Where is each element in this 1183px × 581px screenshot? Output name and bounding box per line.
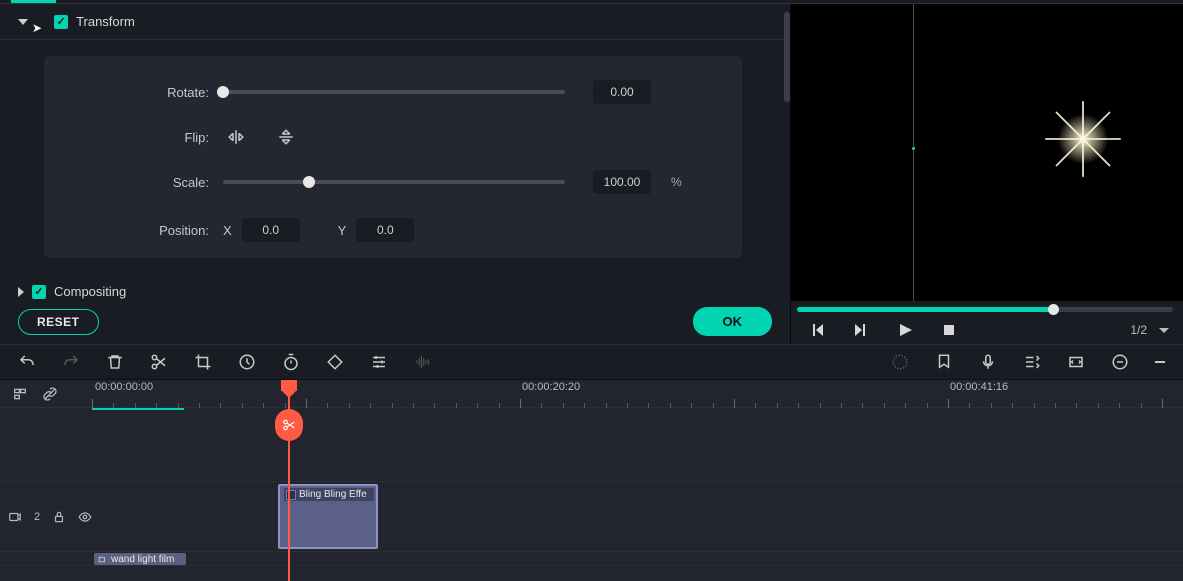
playhead[interactable] xyxy=(288,380,290,581)
speed-icon[interactable] xyxy=(238,353,256,371)
redo-icon[interactable] xyxy=(62,353,80,371)
position-x-input[interactable] xyxy=(242,218,300,242)
properties-panel: ➤ Transform Rotate: Flip: xyxy=(0,4,790,344)
render-icon[interactable] xyxy=(891,353,909,371)
visibility-icon[interactable] xyxy=(78,510,92,524)
duration-icon[interactable] xyxy=(282,353,300,371)
stop-icon[interactable] xyxy=(941,322,957,338)
compositing-title: Compositing xyxy=(54,284,126,299)
crop-icon[interactable] xyxy=(194,353,212,371)
preview-viewport[interactable] xyxy=(791,4,1183,301)
caret-down-icon[interactable] xyxy=(18,19,28,25)
scale-input[interactable] xyxy=(593,170,651,194)
play-icon[interactable] xyxy=(897,322,913,338)
ruler-label: 00:00:41:16 xyxy=(950,381,1008,393)
ruler-label: 00:00:00:00 xyxy=(95,381,153,393)
rotate-slider[interactable] xyxy=(223,90,565,94)
delete-icon[interactable] xyxy=(106,353,124,371)
scale-unit: % xyxy=(671,175,682,189)
track-row: wand light film xyxy=(0,552,1183,566)
caret-right-icon[interactable] xyxy=(18,287,24,297)
mouse-cursor-icon: ➤ xyxy=(32,21,42,35)
guide-center-dot xyxy=(912,147,915,150)
scale-label: Scale: xyxy=(44,175,209,190)
flip-vertical-icon[interactable] xyxy=(277,128,295,146)
ruler-label: 00:00:20:20 xyxy=(522,381,580,393)
fit-icon[interactable] xyxy=(1067,353,1085,371)
timeline: 00:00:00:00 00:00:20:20 00:00:41:16 2 xyxy=(0,380,1183,581)
track-spacer xyxy=(0,408,1183,482)
zoom-out-icon[interactable] xyxy=(1111,353,1129,371)
track-number: 2 xyxy=(34,511,40,523)
zoom-slider[interactable] xyxy=(1155,361,1165,363)
cut-tool-icon[interactable] xyxy=(275,409,303,441)
scale-slider[interactable] xyxy=(223,180,565,184)
step-back-icon[interactable] xyxy=(809,322,825,338)
track-row: 2 Bling Bling Effe xyxy=(0,482,1183,552)
guide-vertical xyxy=(913,4,914,301)
undo-icon[interactable] xyxy=(18,353,36,371)
record-vo-icon[interactable] xyxy=(979,353,997,371)
timeline-clip[interactable]: Bling Bling Effe xyxy=(278,484,378,549)
timeline-toolbar xyxy=(0,344,1183,380)
preview-panel: 1/2 xyxy=(790,4,1183,344)
compositing-checkbox[interactable] xyxy=(32,285,46,299)
frame-dropdown-icon[interactable] xyxy=(1159,328,1169,333)
timeline-clip[interactable]: wand light film xyxy=(94,553,186,565)
compositing-section-header[interactable]: Compositing xyxy=(0,274,786,301)
timeline-options-icon[interactable] xyxy=(12,386,28,402)
audio-icon[interactable] xyxy=(414,353,432,371)
y-label: Y xyxy=(338,223,347,238)
position-label: Position: xyxy=(44,223,209,238)
marker-icon[interactable] xyxy=(935,353,953,371)
position-y-input[interactable] xyxy=(356,218,414,242)
transform-checkbox[interactable] xyxy=(54,15,68,29)
reset-button[interactable]: RESET xyxy=(18,309,99,335)
transform-body: Rotate: Flip: Scale: xyxy=(44,56,742,258)
link-icon[interactable] xyxy=(42,386,58,402)
star-glow-graphic xyxy=(1038,94,1128,184)
frame-indicator: 1/2 xyxy=(1130,323,1147,337)
panel-scrollbar[interactable] xyxy=(784,12,790,304)
video-track-icon xyxy=(8,510,22,524)
timeline-ruler[interactable]: 00:00:00:00 00:00:20:20 00:00:41:16 xyxy=(92,380,1183,408)
rotate-input[interactable] xyxy=(593,80,651,104)
step-forward-icon[interactable] xyxy=(853,322,869,338)
ok-button[interactable]: OK xyxy=(693,307,773,336)
flip-label: Flip: xyxy=(44,130,209,145)
split-icon[interactable] xyxy=(150,353,168,371)
transform-section-header[interactable]: ➤ Transform xyxy=(0,4,786,40)
lock-icon[interactable] xyxy=(52,510,66,524)
color-icon[interactable] xyxy=(326,353,344,371)
transform-title: Transform xyxy=(76,14,135,29)
flip-horizontal-icon[interactable] xyxy=(227,128,245,146)
x-label: X xyxy=(223,223,232,238)
adjust-icon[interactable] xyxy=(370,353,388,371)
mixer-icon[interactable] xyxy=(1023,353,1041,371)
rotate-label: Rotate: xyxy=(44,85,209,100)
preview-progress-slider[interactable] xyxy=(797,307,1173,312)
